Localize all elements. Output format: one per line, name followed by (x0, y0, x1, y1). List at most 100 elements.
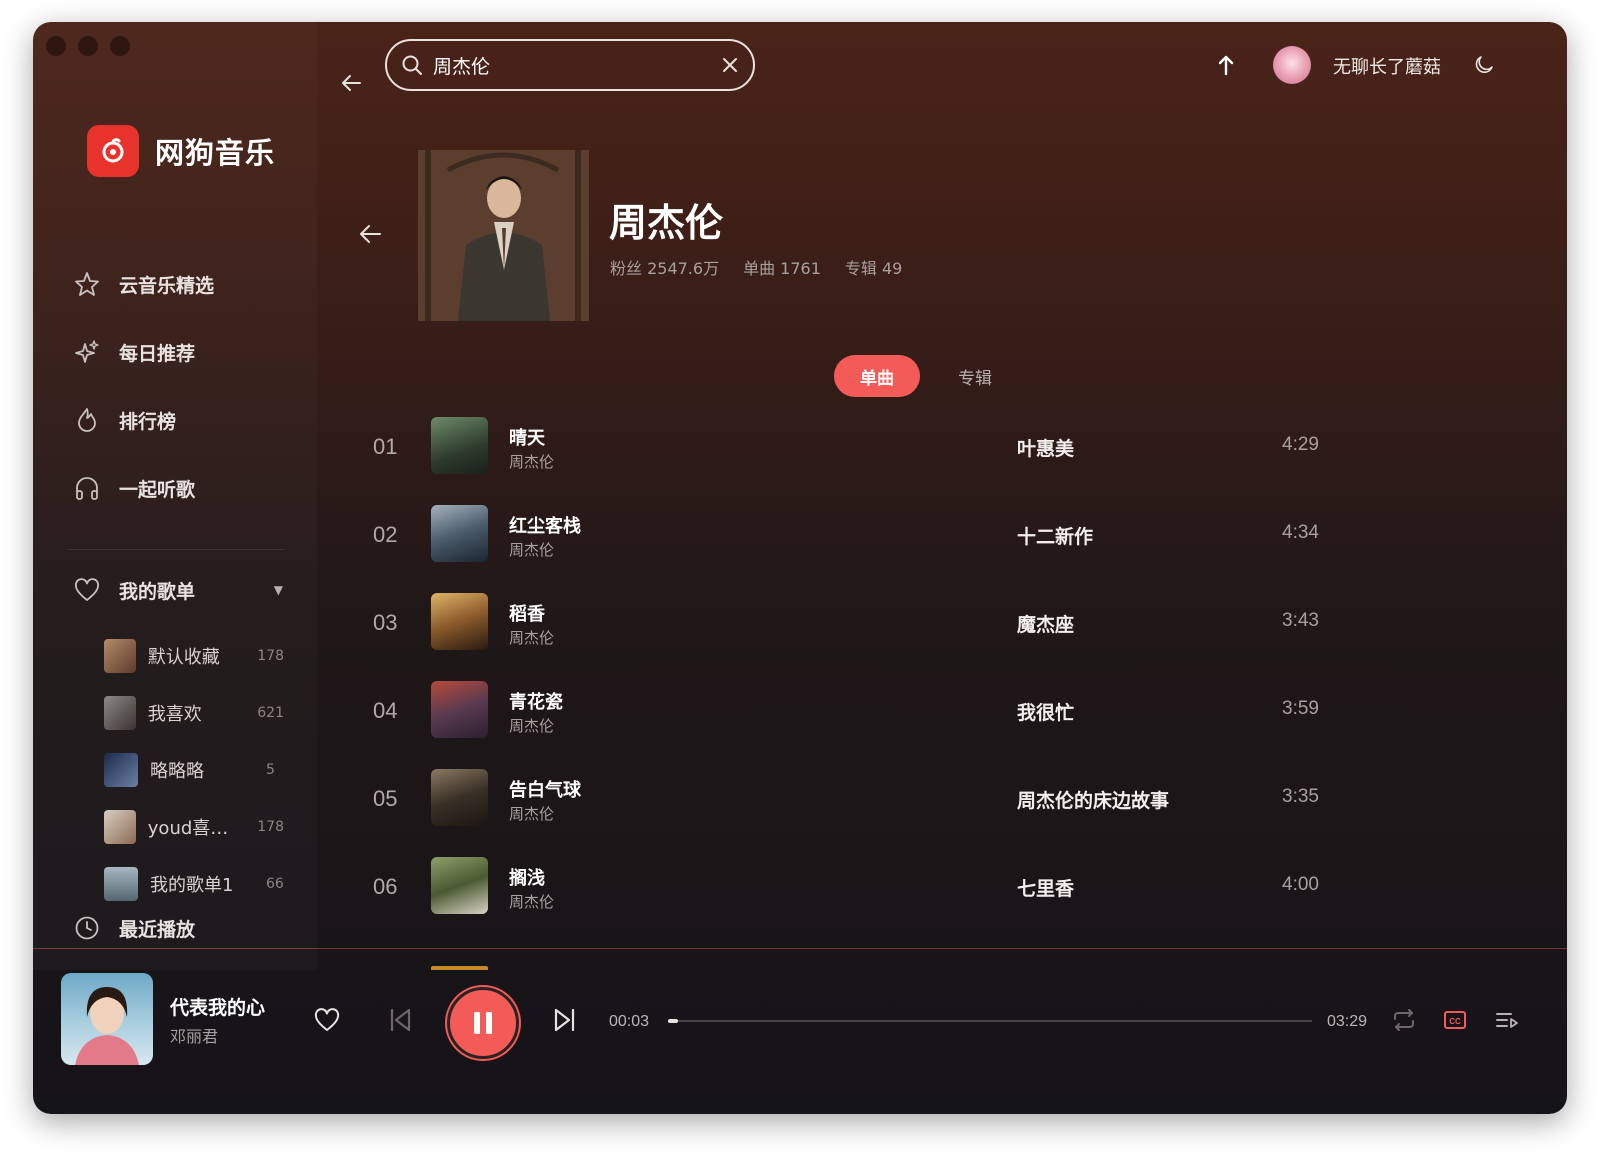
clear-search-icon[interactable] (721, 56, 739, 74)
artist-stats: 粉丝 2547.6万 单曲 1761 专辑 49 (610, 255, 902, 279)
playlist-item[interactable]: 我的歌单1 66 (104, 855, 284, 912)
song-title: 告白气球 (509, 780, 581, 801)
nav-item-listen-together[interactable]: 一起听歌 (73, 454, 303, 522)
sidebar: 网狗音乐 云音乐精选 每日推荐 排行榜 一起听歌 我的歌单 ▼ 默认收藏 178… (33, 22, 317, 970)
song-album[interactable]: 我很忙 (1017, 698, 1074, 725)
nav-label: 排行榜 (119, 410, 177, 433)
heart-icon (75, 578, 99, 601)
song-cover (431, 857, 488, 914)
song-row[interactable]: 03 稻香 周杰伦 魔杰座 3:43 (353, 576, 1353, 664)
song-artist[interactable]: 周杰伦 (509, 715, 554, 736)
song-row[interactable]: 06 搁浅 周杰伦 七里香 4:00 (353, 840, 1353, 928)
playlist-cover (104, 866, 138, 901)
playlist-cover (104, 752, 138, 787)
search-box[interactable]: 周杰伦 (385, 39, 755, 91)
artist-back-button[interactable] (358, 223, 382, 249)
song-row[interactable]: 04 青花瓷 周杰伦 我很忙 3:59 (353, 664, 1353, 752)
artist-name: 周杰伦 (609, 201, 724, 245)
nav-item-daily[interactable]: 每日推荐 (73, 318, 303, 386)
repeat-button[interactable] (1391, 1008, 1417, 1036)
song-number: 04 (373, 698, 398, 723)
main-nav: 云音乐精选 每日推荐 排行榜 一起听歌 (73, 250, 303, 522)
song-album[interactable]: 七里香 (1017, 874, 1074, 901)
upload-button[interactable] (1218, 54, 1234, 80)
artist-photo (418, 150, 589, 321)
song-cover (431, 769, 488, 826)
nav-item-featured[interactable]: 云音乐精选 (73, 250, 303, 318)
pause-icon (474, 1012, 492, 1034)
song-artist[interactable]: 周杰伦 (509, 803, 554, 824)
next-button[interactable] (553, 1007, 577, 1037)
previous-button[interactable] (388, 1007, 412, 1037)
song-artist[interactable]: 周杰伦 (509, 451, 554, 472)
playlist-item[interactable]: 默认收藏 178 (104, 627, 284, 684)
my-playlists-header[interactable]: 我的歌单 ▼ (73, 568, 283, 612)
song-row[interactable]: 02 红尘客栈 周杰伦 十二新作 4:34 (353, 488, 1353, 576)
skip-forward-icon (554, 1008, 575, 1032)
nav-label: 云音乐精选 (119, 274, 215, 297)
song-row[interactable]: 05 告白气球 周杰伦 周杰伦的床边故事 3:35 (353, 752, 1353, 840)
song-album[interactable]: 周杰伦的床边故事 (1017, 786, 1169, 813)
nav-item-recent[interactable]: 最近播放 (73, 906, 195, 950)
avatar[interactable] (1273, 46, 1311, 84)
chevron-down-icon[interactable]: ▼ (274, 583, 283, 597)
song-artist[interactable]: 周杰伦 (509, 891, 554, 912)
song-album[interactable]: 十二新作 (1017, 522, 1093, 549)
song-title: 红尘客栈 (509, 516, 581, 537)
app-logo[interactable]: 网狗音乐 (87, 125, 275, 177)
sparkle-icon (75, 340, 99, 363)
song-artist[interactable]: 周杰伦 (509, 627, 554, 648)
tab-singles[interactable]: 单曲 (834, 355, 920, 397)
song-album[interactable]: 叶惠美 (1017, 434, 1074, 461)
now-playing-artist[interactable]: 邓丽君 (170, 1023, 218, 1047)
playlist-cover (104, 695, 136, 730)
nav-item-charts[interactable]: 排行榜 (73, 386, 303, 454)
playlist-icon (1496, 1013, 1518, 1028)
queue-button[interactable] (1495, 1009, 1519, 1035)
player-bar: 代表我的心 邓丽君 00:03 03:29 CC (33, 948, 1567, 1114)
username[interactable]: 无聊长了蘑菇 (1333, 53, 1441, 79)
song-album[interactable]: 魔杰座 (1017, 610, 1074, 637)
song-duration: 3:59 (1282, 698, 1319, 719)
playlist-count: 66 (266, 875, 284, 892)
flame-icon (78, 408, 96, 432)
song-duration: 3:43 (1282, 610, 1319, 631)
logo-icon (87, 125, 139, 177)
nav-label: 一起听歌 (119, 478, 196, 501)
search-input[interactable]: 周杰伦 (433, 52, 721, 79)
total-time: 03:29 (1327, 1013, 1368, 1030)
nav-label: 每日推荐 (119, 342, 196, 365)
lyrics-button[interactable]: CC (1443, 1009, 1467, 1035)
playlist-item[interactable]: 我喜欢 621 (104, 684, 284, 741)
song-cover (431, 417, 488, 474)
song-duration: 4:00 (1282, 874, 1319, 895)
like-button[interactable] (313, 1007, 341, 1037)
playlist-name: 略略略 (150, 760, 204, 782)
progress-fill (668, 1019, 678, 1023)
song-title: 晴天 (509, 428, 545, 449)
skip-back-icon (390, 1008, 411, 1032)
albums-count: 专辑 49 (844, 259, 903, 278)
playlist-count: 178 (257, 647, 284, 664)
song-cover (431, 681, 488, 738)
pause-button[interactable] (447, 987, 519, 1059)
song-artist[interactable]: 周杰伦 (509, 539, 554, 560)
song-row[interactable]: 01 晴天 周杰伦 叶惠美 4:29 (353, 400, 1353, 488)
fans-count: 粉丝 2547.6万 (610, 259, 720, 278)
song-title: 稻香 (509, 604, 545, 625)
song-number: 05 (373, 786, 398, 811)
song-cover (431, 593, 488, 650)
tab-albums[interactable]: 专辑 (958, 364, 992, 389)
playlist-name: 我的歌单1 (150, 874, 234, 896)
song-cover (431, 505, 488, 562)
song-list: 01 晴天 周杰伦 叶惠美 4:29 02 红尘客栈 周杰伦 十二新作 4:34… (353, 400, 1353, 928)
current-time: 00:03 (609, 1013, 650, 1030)
playlist-list: 默认收藏 178 我喜欢 621 略略略 5 youd喜… 178 我的歌单1 (104, 627, 284, 912)
playlist-item[interactable]: 略略略 5 (104, 741, 284, 798)
playlist-item[interactable]: youd喜… 178 (104, 798, 284, 855)
back-button[interactable] (340, 73, 362, 97)
now-playing-cover[interactable] (61, 973, 153, 1065)
dark-mode-toggle[interactable] (1474, 53, 1496, 79)
moon-icon (1475, 56, 1493, 73)
progress-bar[interactable] (668, 1019, 1312, 1023)
